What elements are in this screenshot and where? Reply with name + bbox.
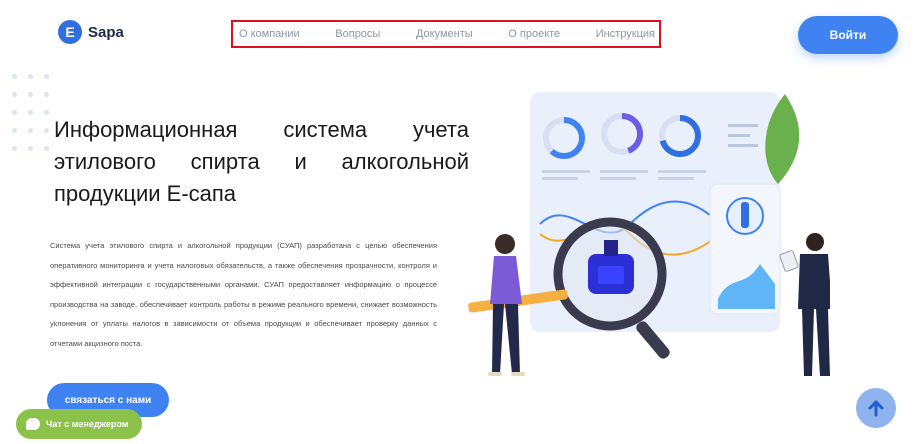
login-button[interactable]: Войти xyxy=(798,16,898,54)
nav-item-project[interactable]: О проекте xyxy=(508,28,560,40)
decorative-dot-grid xyxy=(12,74,60,154)
nav-item-questions[interactable]: Вопросы xyxy=(335,28,380,40)
man-figure xyxy=(779,233,830,376)
magnifier-icon xyxy=(553,217,670,359)
hero-title: Информационная система учета этилового с… xyxy=(54,117,469,206)
logo-text: Sapa xyxy=(88,23,124,41)
chat-with-manager-button[interactable]: Чат с менеджером xyxy=(16,409,142,439)
hero-illustration xyxy=(468,92,830,376)
arrow-up-icon xyxy=(868,400,884,417)
chat-bubble-icon xyxy=(26,418,40,430)
nav-item-instructions[interactable]: Инструкция xyxy=(596,28,655,40)
logo[interactable]: E Sapa xyxy=(58,20,124,44)
nav-item-about[interactable]: О компании xyxy=(239,28,300,40)
bottle-icon xyxy=(741,202,749,228)
nav-item-documents[interactable]: Документы xyxy=(416,28,473,40)
hero-description: Система учета этилового спирта и алкогол… xyxy=(50,241,437,348)
logo-mark: E xyxy=(58,20,82,44)
chat-label: Чат с менеджером xyxy=(46,419,129,429)
scroll-to-top-button[interactable] xyxy=(856,388,896,428)
main-nav: О компании Вопросы Документы О проекте И… xyxy=(231,20,661,48)
